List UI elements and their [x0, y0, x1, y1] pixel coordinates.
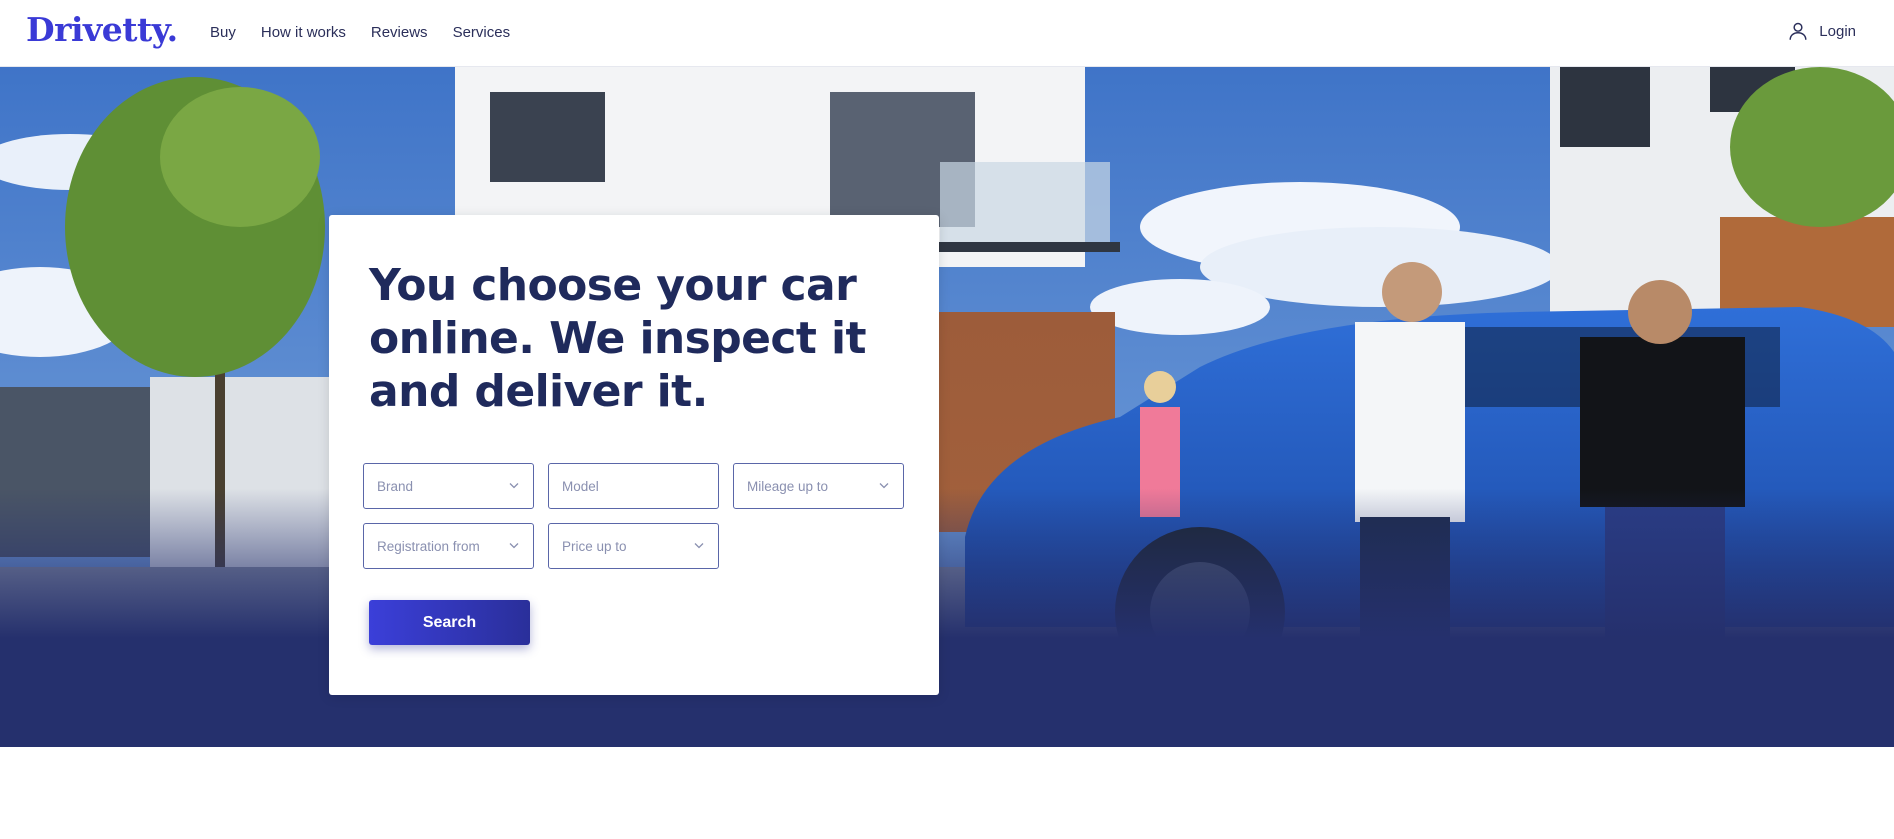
nav-item-services[interactable]: Services — [453, 24, 511, 41]
chevron-down-icon — [509, 483, 519, 489]
model-input[interactable]: Model — [548, 463, 719, 509]
logo-text: Drivetty — [26, 10, 167, 49]
hero-headline: You choose your car online. We inspect i… — [369, 260, 867, 417]
brand-select-placeholder: Brand — [377, 478, 414, 494]
chevron-down-icon — [509, 543, 519, 549]
chevron-down-icon — [694, 543, 704, 549]
nav-item-how-it-works[interactable]: How it works — [261, 24, 346, 41]
main-nav: Buy How it works Reviews Services — [210, 0, 535, 64]
nav-item-reviews[interactable]: Reviews — [371, 24, 428, 41]
site-header: Drivetty. Buy How it works Reviews Servi… — [0, 0, 1894, 67]
mileage-select[interactable]: Mileage up to — [733, 463, 904, 509]
price-select[interactable]: Price up to — [548, 523, 719, 569]
price-select-placeholder: Price up to — [562, 538, 627, 554]
logo[interactable]: Drivetty. — [26, 10, 178, 49]
nav-item-buy[interactable]: Buy — [210, 24, 236, 41]
search-button[interactable]: Search — [369, 600, 530, 645]
login-label: Login — [1819, 22, 1856, 40]
hero-section: You choose your car online. We inspect i… — [0, 67, 1894, 747]
user-icon — [1789, 22, 1807, 40]
hero-gradient-overlay — [0, 67, 1894, 747]
registration-select-placeholder: Registration from — [377, 538, 480, 554]
login-button[interactable]: Login — [1787, 20, 1856, 42]
mileage-select-placeholder: Mileage up to — [747, 478, 829, 494]
model-input-placeholder: Model — [562, 478, 599, 494]
chevron-down-icon — [879, 483, 889, 489]
brand-select[interactable]: Brand — [363, 463, 534, 509]
search-card: You choose your car online. We inspect i… — [329, 215, 939, 695]
registration-select[interactable]: Registration from — [363, 523, 534, 569]
logo-dot: . — [166, 10, 179, 49]
